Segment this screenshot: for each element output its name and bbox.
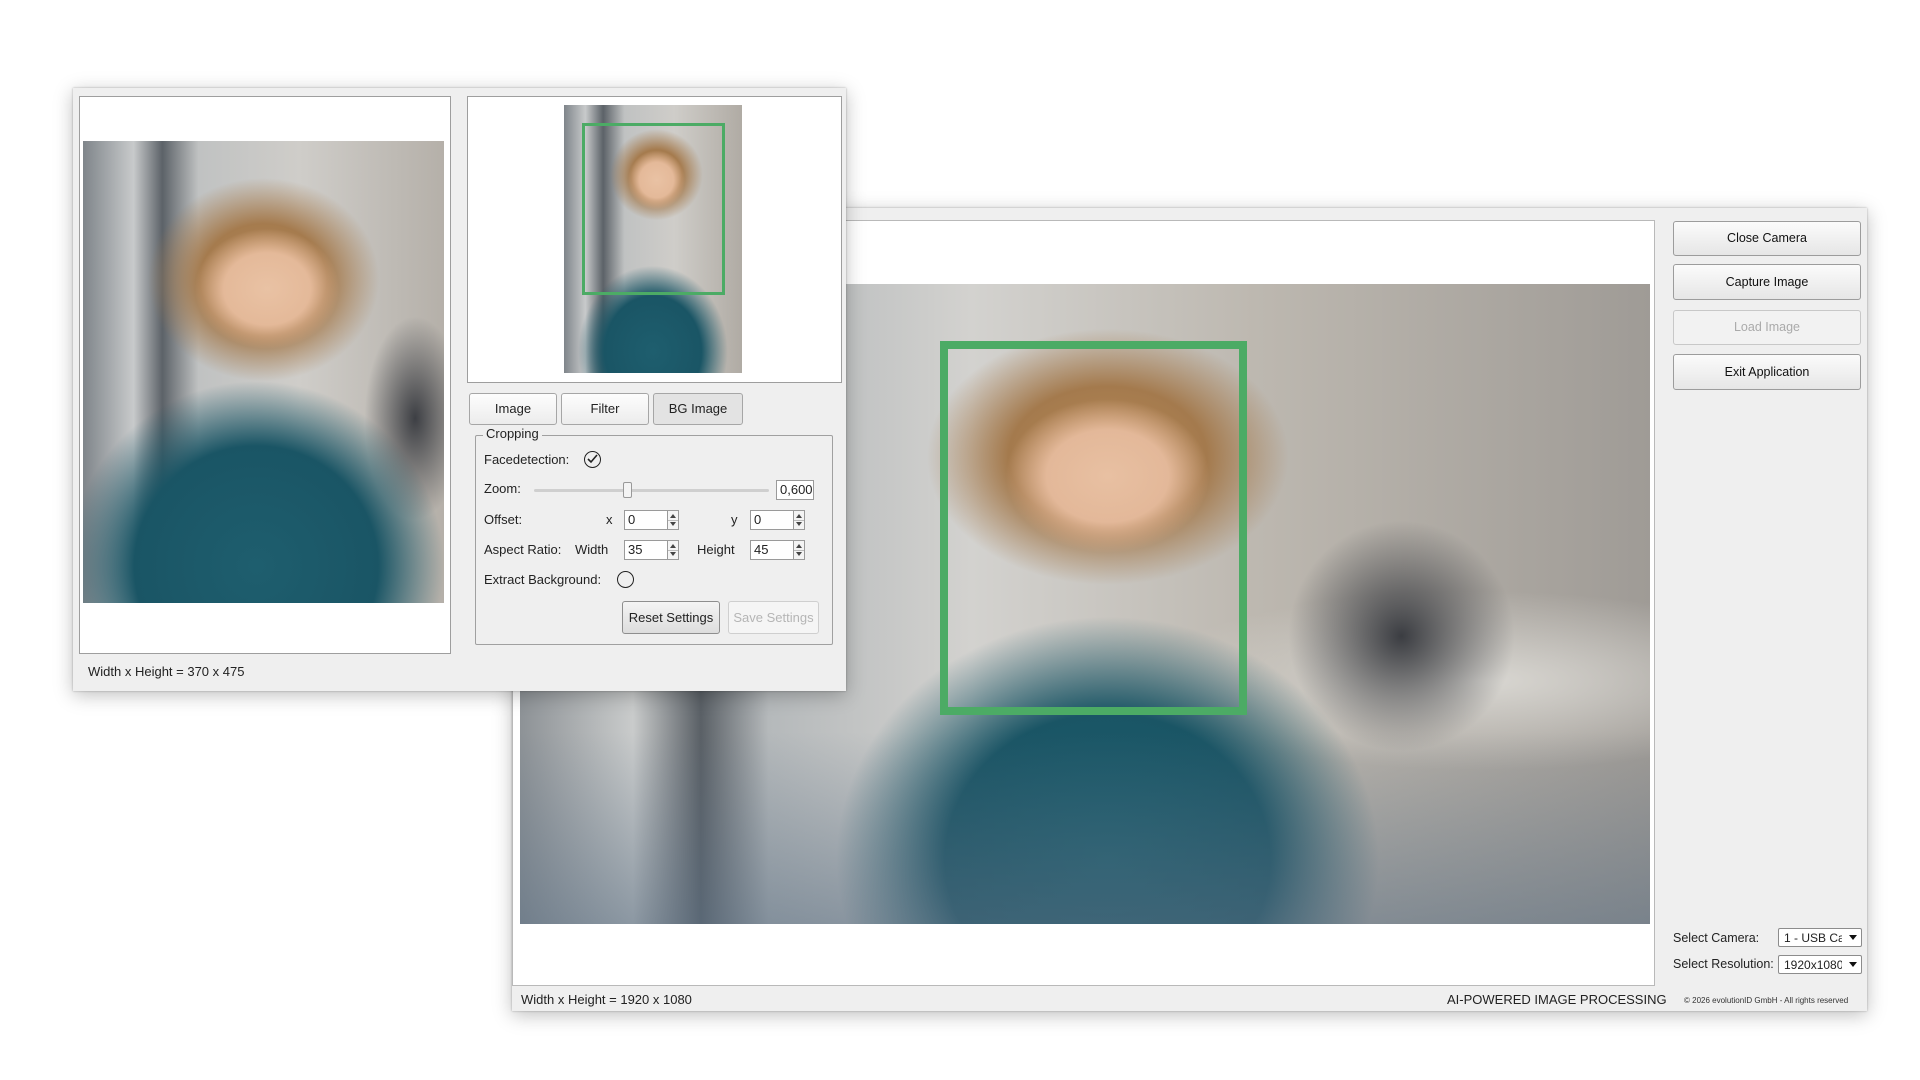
image-size-status: Width x Height = 1920 x 1080 <box>521 992 692 1007</box>
tab-filter[interactable]: Filter <box>561 393 649 425</box>
facedetection-label: Facedetection: <box>484 452 570 467</box>
copyright-text: © 2026 evolutionID GmbH - All rights res… <box>1684 996 1849 1005</box>
aspect-height-field[interactable]: 45 <box>750 540 794 560</box>
thumbnail-frame <box>467 96 842 383</box>
aspect-height-spinner[interactable] <box>793 540 805 560</box>
tab-bg-image[interactable]: BG Image <box>653 393 743 425</box>
select-resolution-label: Select Resolution: <box>1673 957 1774 971</box>
zoom-label: Zoom: <box>484 481 521 496</box>
zoom-slider[interactable] <box>534 489 769 492</box>
cropping-group-title: Cropping <box>483 426 542 441</box>
reset-settings-button[interactable]: Reset Settings <box>622 601 720 634</box>
aspect-ratio-label: Aspect Ratio: <box>484 542 562 557</box>
aspect-height-label: Height <box>697 542 735 557</box>
chevron-down-icon <box>1849 935 1857 940</box>
offset-x-label: x <box>606 512 613 527</box>
select-camera-dropdown[interactable]: 1 - USB Camera <box>1778 928 1862 947</box>
offset-y-label: y <box>731 512 738 527</box>
exit-application-button[interactable]: Exit Application <box>1673 354 1861 390</box>
cropping-group: Cropping Facedetection: Zoom: 0,600 Offs… <box>475 426 833 645</box>
brand-text: AI-POWERED IMAGE PROCESSING <box>1447 992 1667 1007</box>
facedetection-checkbox[interactable] <box>584 451 601 468</box>
cropped-result-image <box>83 141 444 603</box>
select-camera-label: Select Camera: <box>1673 931 1760 945</box>
save-settings-button[interactable]: Save Settings <box>728 601 819 634</box>
aspect-width-label: Width <box>575 542 609 557</box>
checkmark-icon <box>587 454 598 464</box>
crop-settings-window: Width x Height = 370 x 475 Image Filter … <box>73 88 846 691</box>
offset-y-spinner[interactable] <box>793 510 805 530</box>
load-image-button[interactable]: Load Image <box>1673 310 1861 345</box>
control-panel: Close Camera Capture Image Load Image Ex… <box>1666 208 1862 998</box>
offset-label: Offset: <box>484 512 523 527</box>
zoom-slider-handle[interactable] <box>623 482 632 498</box>
close-camera-button[interactable]: Close Camera <box>1673 221 1861 256</box>
extract-background-checkbox[interactable] <box>617 571 634 588</box>
thumbnail-face-box <box>582 123 725 295</box>
tab-image[interactable]: Image <box>469 393 557 425</box>
select-resolution-dropdown[interactable]: 1920x1080 <box>1778 955 1862 974</box>
extract-background-label: Extract Background: <box>484 572 602 587</box>
select-resolution-value: 1920x1080 <box>1784 958 1842 972</box>
chevron-down-icon <box>1849 962 1857 967</box>
select-camera-value: 1 - USB Camera <box>1784 931 1842 945</box>
capture-image-button[interactable]: Capture Image <box>1673 264 1861 300</box>
cropped-size-status: Width x Height = 370 x 475 <box>88 664 245 679</box>
offset-x-spinner[interactable] <box>667 510 679 530</box>
zoom-value-field[interactable]: 0,600 <box>776 480 814 500</box>
offset-x-field[interactable]: 0 <box>624 510 668 530</box>
cropped-result-frame <box>79 96 451 654</box>
offset-y-field[interactable]: 0 <box>750 510 794 530</box>
face-detection-box <box>940 341 1247 715</box>
aspect-width-field[interactable]: 35 <box>624 540 668 560</box>
aspect-width-spinner[interactable] <box>667 540 679 560</box>
